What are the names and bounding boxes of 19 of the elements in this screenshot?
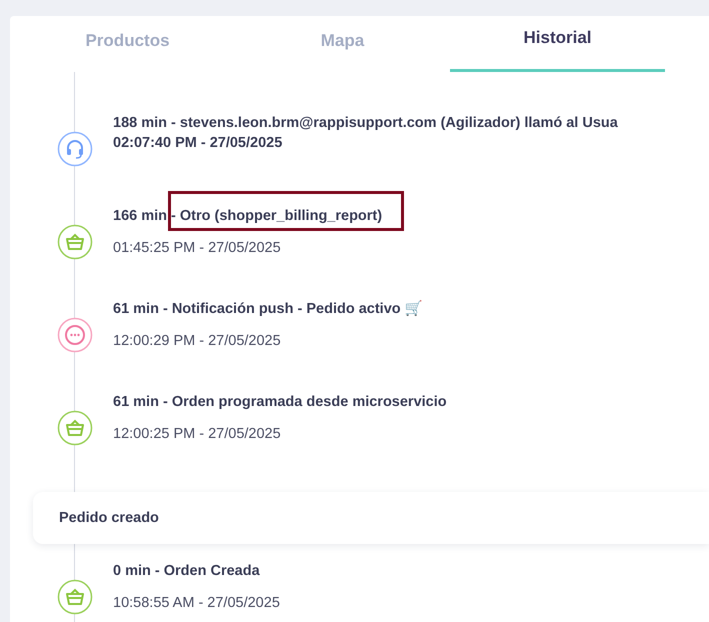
event-date: 10:58:55 AM - 27/05/2025 — [113, 595, 280, 611]
tab[interactable]: Historial — [450, 16, 665, 72]
tab[interactable]: Mapa — [235, 16, 450, 72]
chat-dots-icon — [57, 317, 93, 353]
basket-icon — [57, 410, 93, 446]
event-title: 188 min - stevens.leon.brm@rappisupport.com (Agilizador) llamó al Usua — [113, 115, 618, 131]
event-date: 01:45:25 PM - 27/05/2025 — [113, 240, 282, 256]
event-date: 02:07:40 PM - 27/05/2025 — [113, 135, 284, 151]
event-date: 12:00:25 PM - 27/05/2025 — [113, 426, 282, 442]
section-header: Pedido creado — [33, 492, 709, 544]
event-date: 12:00:29 PM - 27/05/2025 — [113, 333, 282, 349]
headset-icon — [57, 131, 93, 167]
event-title: 61 min - Orden programada desde microservicio — [113, 394, 447, 410]
event-title: 0 min - Orden Creada — [113, 563, 260, 579]
event-title: 166 min - Otro (shopper_billing_report) — [113, 208, 382, 224]
basket-icon — [57, 224, 93, 260]
tab[interactable]: Productos — [20, 16, 235, 72]
event-title: 61 min - Notificación push - Pedido activo 🛒 — [113, 301, 423, 317]
basket-icon — [57, 579, 93, 615]
